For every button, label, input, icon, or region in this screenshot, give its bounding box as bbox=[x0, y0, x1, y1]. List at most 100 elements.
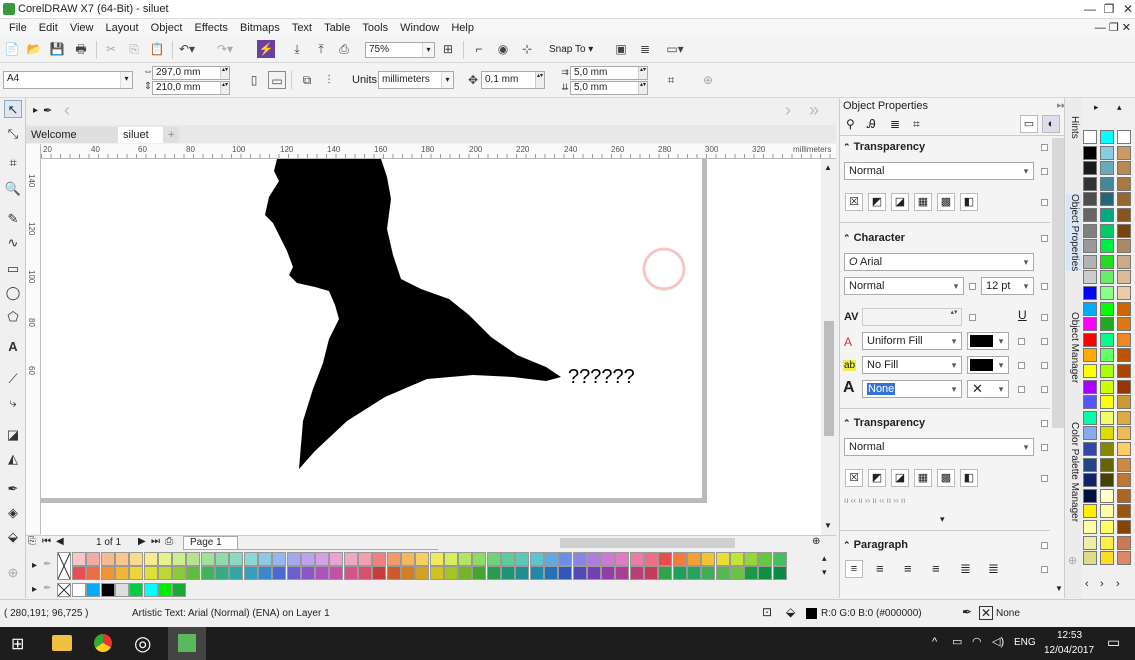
color-swatch[interactable] bbox=[529, 566, 544, 580]
texture-transparency-icon-2[interactable]: ▩ bbox=[937, 469, 955, 487]
color-swatch[interactable] bbox=[644, 566, 658, 580]
color-swatch[interactable] bbox=[658, 566, 673, 580]
open-icon[interactable]: 📂 bbox=[25, 40, 43, 58]
color-swatch[interactable] bbox=[1117, 442, 1131, 456]
color-swatch[interactable] bbox=[1100, 551, 1114, 566]
outline-pen-icon[interactable]: ✒ bbox=[962, 605, 972, 619]
battery-icon[interactable]: ▭ bbox=[952, 635, 962, 648]
units-select[interactable]: millimeters ▾ bbox=[378, 71, 454, 89]
color-swatch[interactable] bbox=[758, 566, 773, 580]
color-swatch[interactable] bbox=[1117, 551, 1131, 566]
color-swatch[interactable] bbox=[1083, 161, 1097, 176]
fill-color-picker[interactable]: ▾ bbox=[967, 332, 1009, 350]
font-list-select[interactable]: O Arial ▾ bbox=[844, 253, 1034, 271]
kerning-spinner[interactable]: ▴▾ bbox=[947, 309, 961, 325]
menu-edit[interactable]: Edit bbox=[39, 19, 58, 37]
transparency-section[interactable]: ⌃ Transparency bbox=[843, 139, 1048, 155]
section-pin[interactable] bbox=[1041, 235, 1048, 242]
color-swatch[interactable] bbox=[1083, 379, 1097, 394]
color-swatch[interactable] bbox=[1083, 254, 1097, 269]
section-pin[interactable] bbox=[1041, 444, 1048, 451]
vertical-scrollbar[interactable]: ▲ ▼ bbox=[821, 159, 836, 535]
color-swatch[interactable] bbox=[1100, 457, 1114, 472]
color-swatch[interactable] bbox=[1100, 254, 1114, 269]
clock-time[interactable]: 12:53 bbox=[1057, 630, 1082, 641]
color-swatch[interactable] bbox=[1083, 457, 1097, 472]
current-page-icon[interactable]: ⫶ bbox=[320, 71, 338, 89]
color-swatch[interactable] bbox=[415, 552, 430, 566]
duplicate-x-input[interactable]: 5,0 mm ▴▾ bbox=[570, 66, 648, 80]
color-swatch[interactable] bbox=[1100, 488, 1114, 503]
color-swatch[interactable] bbox=[386, 552, 401, 566]
palette-more-icon[interactable]: › bbox=[1116, 578, 1120, 590]
page-options-icon[interactable]: ⎘ bbox=[28, 536, 36, 547]
scroll-left-icon[interactable]: ‹ bbox=[64, 100, 70, 121]
color-swatch[interactable] bbox=[558, 566, 573, 580]
section-pin[interactable] bbox=[1041, 420, 1048, 427]
color-swatch[interactable] bbox=[186, 566, 201, 580]
expand-icon[interactable]: » bbox=[809, 100, 819, 121]
color-swatch[interactable] bbox=[1117, 395, 1131, 410]
color-swatch[interactable] bbox=[1100, 520, 1114, 534]
section-pin[interactable] bbox=[1041, 566, 1048, 573]
guidelines-icon[interactable]: ⊹ bbox=[518, 40, 536, 58]
justify-icon[interactable]: ≣ bbox=[960, 561, 971, 577]
tab-welcome-screen[interactable]: Welcome Screen bbox=[26, 127, 118, 157]
color-swatch[interactable] bbox=[1117, 239, 1131, 254]
add-page-icon[interactable]: ⎙ bbox=[165, 536, 173, 547]
color-swatch[interactable] bbox=[1100, 332, 1114, 347]
portrait-icon[interactable]: ▯ bbox=[245, 71, 263, 89]
grid-icon[interactable]: ◉ bbox=[494, 40, 512, 58]
color-swatch[interactable] bbox=[315, 552, 330, 566]
color-swatch[interactable] bbox=[601, 552, 616, 566]
color-swatch[interactable] bbox=[1117, 192, 1131, 207]
fountain-transparency-icon[interactable]: ◪ bbox=[891, 193, 909, 211]
color-swatch[interactable] bbox=[229, 552, 244, 566]
last-page-icon[interactable]: ⏭ bbox=[151, 536, 160, 547]
palette-right-icon[interactable]: › bbox=[1100, 578, 1104, 590]
color-swatch[interactable] bbox=[1100, 270, 1114, 285]
language-indicator[interactable]: ENG bbox=[1014, 637, 1036, 648]
color-swatch[interactable] bbox=[601, 566, 616, 580]
width-spinner[interactable]: ▴▾ bbox=[220, 67, 229, 79]
color-swatch[interactable] bbox=[1100, 176, 1114, 191]
smart-drawing-icon[interactable]: ∿ bbox=[4, 234, 22, 252]
color-swatch[interactable] bbox=[1083, 286, 1097, 300]
publish-pdf-icon[interactable]: ⎙ bbox=[335, 40, 353, 58]
color-swatch[interactable] bbox=[114, 566, 129, 580]
search-content-icon[interactable]: ⚡ bbox=[257, 40, 275, 58]
silhouette-drawing[interactable] bbox=[41, 159, 707, 503]
color-swatch[interactable] bbox=[729, 566, 744, 580]
ellipse-tool-icon[interactable]: ◯ bbox=[4, 284, 22, 302]
color-swatch[interactable] bbox=[515, 552, 530, 566]
font-style-select[interactable]: Normal ▾ bbox=[844, 277, 964, 295]
color-swatch[interactable] bbox=[300, 566, 315, 580]
align-right-icon[interactable]: ≡ bbox=[932, 561, 940, 576]
color-swatch[interactable] bbox=[1117, 130, 1131, 144]
color-swatch[interactable] bbox=[186, 552, 201, 566]
scroll-right-icon[interactable]: › bbox=[785, 100, 791, 121]
drawing-canvas[interactable]: ?????? bbox=[41, 159, 821, 535]
color-swatch[interactable] bbox=[372, 552, 387, 566]
color-swatch[interactable] bbox=[1117, 348, 1131, 363]
color-swatch[interactable] bbox=[501, 552, 515, 566]
vertical-scroll-thumb[interactable] bbox=[824, 321, 834, 436]
color-swatch[interactable] bbox=[1117, 426, 1131, 441]
color-swatch[interactable] bbox=[114, 583, 129, 597]
palette-eyedropper-icon[interactable]: ✒ bbox=[43, 559, 51, 570]
color-swatch[interactable] bbox=[1083, 442, 1097, 456]
color-swatch[interactable] bbox=[1083, 223, 1097, 238]
polygon-tool-icon[interactable]: ⬠ bbox=[4, 308, 22, 326]
copy-icon[interactable]: ⎘ bbox=[125, 40, 143, 58]
section-pin[interactable] bbox=[1018, 386, 1025, 393]
color-swatch[interactable] bbox=[701, 566, 716, 580]
menu-help[interactable]: Help bbox=[451, 19, 474, 37]
color-swatch[interactable] bbox=[543, 566, 558, 580]
notifications-icon[interactable]: ▭ bbox=[1107, 634, 1120, 651]
file-explorer-icon[interactable] bbox=[52, 635, 72, 651]
height-spinner[interactable]: ▴▾ bbox=[220, 82, 229, 94]
text-tool-icon[interactable]: A bbox=[4, 338, 22, 356]
pattern-transparency-icon[interactable]: ▦ bbox=[914, 193, 932, 211]
color-swatch[interactable] bbox=[272, 566, 287, 580]
color-swatch[interactable] bbox=[1100, 364, 1114, 378]
